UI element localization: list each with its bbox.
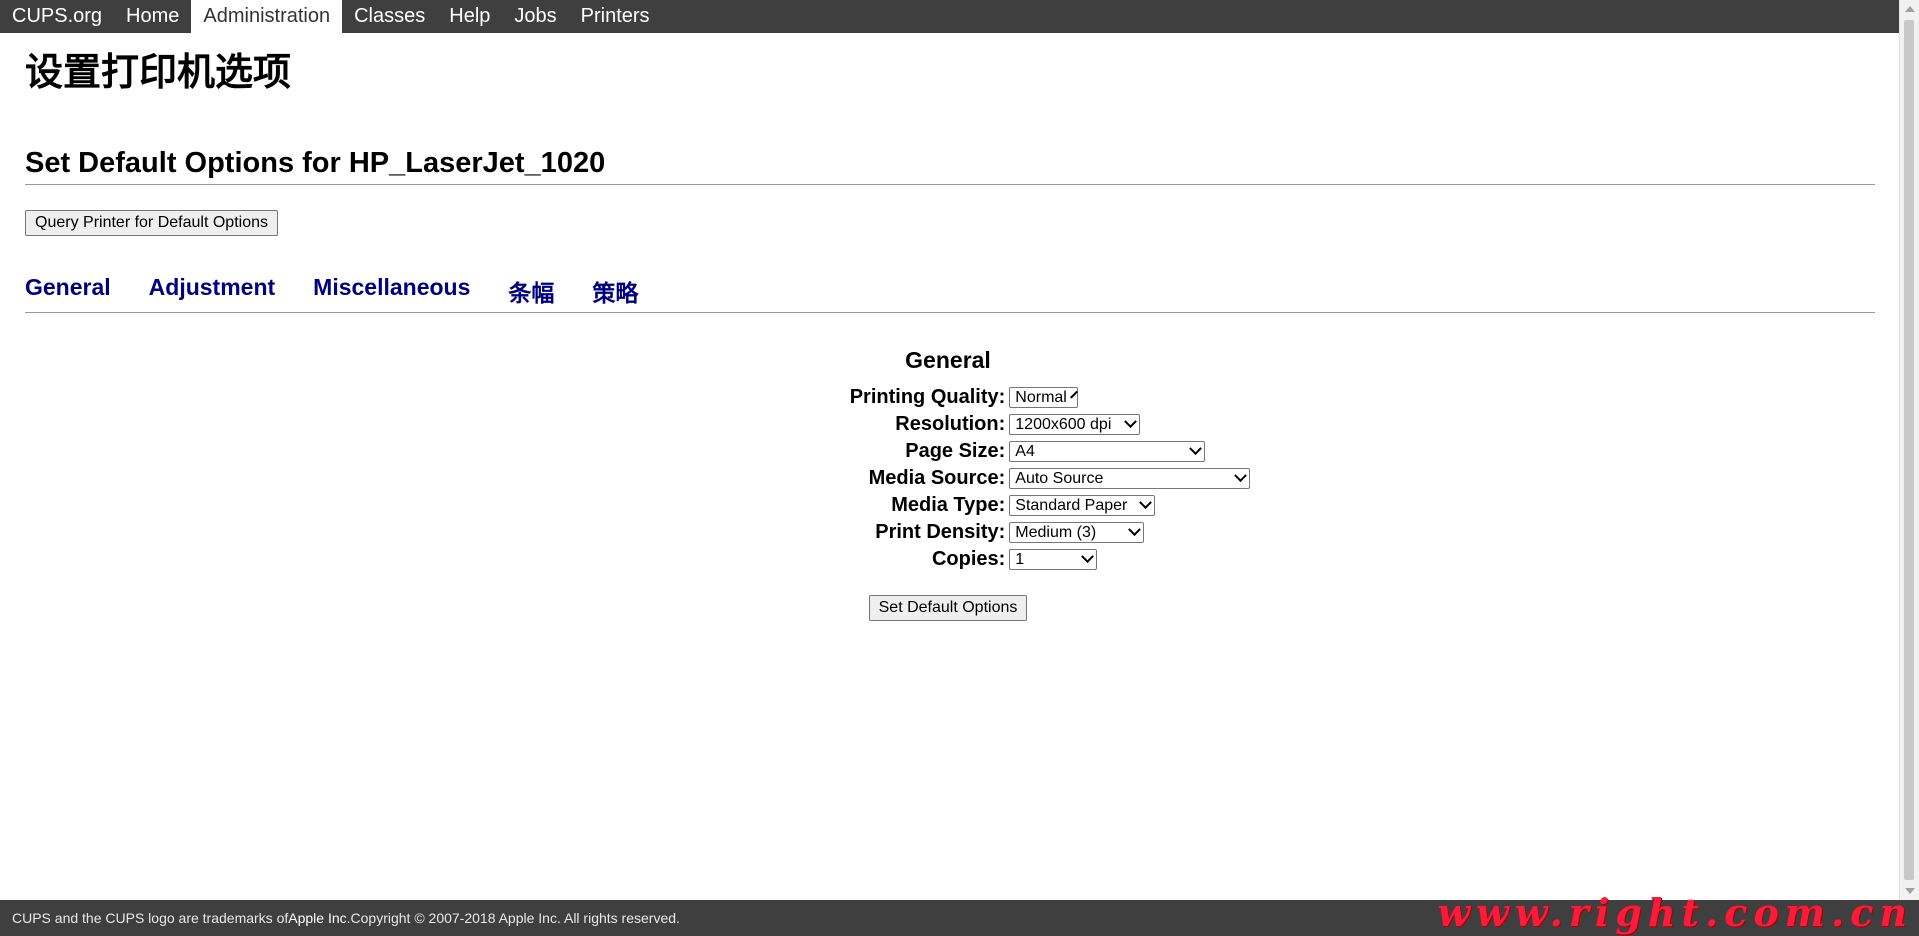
section-title: Set Default Options for HP_LaserJet_1020 xyxy=(25,147,1875,185)
chevron-down-icon xyxy=(1081,550,1095,564)
field-label: Copies: xyxy=(931,548,1006,570)
select-value: Medium (3) xyxy=(1015,523,1097,541)
tab-general[interactable]: General xyxy=(25,274,111,308)
tab-policy[interactable]: 策略 xyxy=(592,274,638,308)
field-row-page-size: Page Size: A4 xyxy=(848,438,1253,465)
chevron-down-icon xyxy=(1128,523,1142,537)
printing-quality-select[interactable]: Normal xyxy=(1009,387,1079,408)
tab-adjustment[interactable]: Adjustment xyxy=(149,274,276,308)
page: CUPS.org Home Administration Classes Hel… xyxy=(0,0,1919,936)
field-label: Resolution: xyxy=(895,413,1006,435)
option-tabs: General Adjustment Miscellaneous 条幅 策略 xyxy=(25,274,1875,313)
select-value: 1 xyxy=(1015,550,1025,568)
chevron-down-icon xyxy=(1069,390,1078,399)
select-value: Standard Paper xyxy=(1015,496,1128,514)
field-row-print-density: Print Density: Medium (3) xyxy=(848,519,1253,546)
copies-select[interactable]: 1 xyxy=(1009,549,1098,570)
nav-cups-org[interactable]: CUPS.org xyxy=(0,0,114,33)
footer-apple-link[interactable]: Apple Inc. xyxy=(288,910,350,926)
scroll-up-icon[interactable] xyxy=(1905,6,1915,12)
scrollbar-thumb[interactable] xyxy=(1904,20,1914,880)
field-row-media-type: Media Type: Standard Paper xyxy=(848,492,1253,519)
nav-help[interactable]: Help xyxy=(437,0,502,33)
chevron-down-icon xyxy=(1234,469,1248,483)
nav-jobs[interactable]: Jobs xyxy=(502,0,568,33)
nav-printers[interactable]: Printers xyxy=(569,0,662,33)
page-title: 设置打印机选项 xyxy=(25,52,292,94)
watermark: www.right.com.cn xyxy=(1437,890,1913,935)
footer-text-before: CUPS and the CUPS logo are trademarks of xyxy=(12,910,289,926)
field-label: Print Density: xyxy=(875,521,1006,543)
chevron-down-icon xyxy=(1139,496,1153,510)
top-nav: CUPS.org Home Administration Classes Hel… xyxy=(0,0,1900,33)
form-heading: General xyxy=(905,347,991,373)
field-row-media-source: Media Source: Auto Source xyxy=(848,465,1253,492)
nav-home[interactable]: Home xyxy=(114,0,191,33)
field-label: Printing Quality: xyxy=(849,386,1006,408)
chevron-down-icon xyxy=(1189,442,1203,456)
options-form: General Printing Quality: Normal Resolut… xyxy=(25,347,1875,621)
select-value: 1200x600 dpi xyxy=(1015,415,1112,433)
media-source-select[interactable]: Auto Source xyxy=(1009,468,1251,489)
select-value: Auto Source xyxy=(1015,469,1104,487)
footer-text-after: Copyright © 2007-2018 Apple Inc. All rig… xyxy=(350,910,680,926)
field-label: Media Source: xyxy=(868,467,1006,489)
nav-administration[interactable]: Administration xyxy=(191,0,343,33)
options-table: Printing Quality: Normal Resolution: 120… xyxy=(848,384,1253,573)
chevron-down-icon xyxy=(1124,415,1138,429)
resolution-select[interactable]: 1200x600 dpi xyxy=(1009,414,1141,435)
nav-classes[interactable]: Classes xyxy=(342,0,437,33)
field-row-copies: Copies: 1 xyxy=(848,546,1253,573)
print-density-select[interactable]: Medium (3) xyxy=(1009,522,1145,543)
tab-miscellaneous[interactable]: Miscellaneous xyxy=(313,274,470,308)
field-row-resolution: Resolution: 1200x600 dpi xyxy=(848,411,1253,438)
media-type-select[interactable]: Standard Paper xyxy=(1009,495,1156,516)
set-default-options-button[interactable]: Set Default Options xyxy=(868,595,1028,621)
field-label: Media Type: xyxy=(891,494,1006,516)
main-content: 设置打印机选项 Set Default Options for HP_Laser… xyxy=(25,33,1875,621)
vertical-scrollbar[interactable] xyxy=(1899,0,1919,900)
page-size-select[interactable]: A4 xyxy=(1009,441,1206,462)
tab-banner[interactable]: 条幅 xyxy=(508,274,554,308)
field-row-printing-quality: Printing Quality: Normal xyxy=(848,384,1253,411)
field-label: Page Size: xyxy=(905,440,1006,462)
submit-wrap: Set Default Options xyxy=(23,595,1873,621)
select-value: Normal xyxy=(1015,388,1067,406)
query-printer-button[interactable]: Query Printer for Default Options xyxy=(25,209,278,236)
select-value: A4 xyxy=(1015,442,1035,460)
